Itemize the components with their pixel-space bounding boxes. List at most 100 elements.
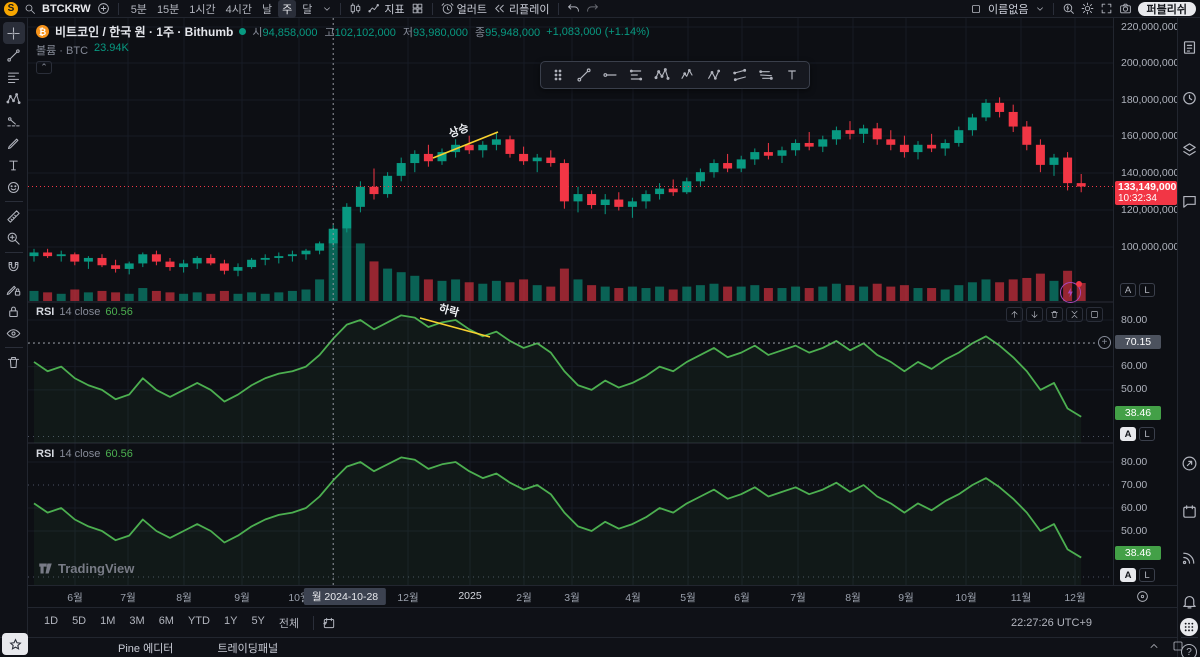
log-scale-button[interactable]: L	[1139, 283, 1155, 297]
go-to-date-icon[interactable]	[322, 616, 336, 630]
xabcd-pattern-icon[interactable]	[3, 88, 25, 110]
magnet-icon[interactable]	[3, 256, 25, 278]
camera-icon[interactable]	[1119, 2, 1132, 15]
interval-날[interactable]: 날	[258, 0, 276, 18]
replay-button[interactable]: 리플레이	[493, 1, 550, 17]
interval-5분[interactable]: 5분	[127, 0, 151, 18]
undo-icon[interactable]	[567, 2, 580, 15]
log-scale-button[interactable]: L	[1139, 427, 1155, 441]
interval-주[interactable]: 주	[278, 0, 297, 18]
quick-search-icon[interactable]	[1062, 2, 1075, 15]
auto-scale-button[interactable]: A	[1120, 568, 1136, 582]
flat-channel-icon[interactable]	[755, 64, 777, 86]
range-1D[interactable]: 1D	[38, 613, 64, 633]
symbol-button[interactable]: BTCKRW	[42, 3, 91, 15]
alerts-icon[interactable]	[1178, 86, 1200, 108]
ideas-stream-icon[interactable]	[1178, 546, 1200, 568]
text-tool-icon[interactable]	[781, 64, 803, 86]
range-전체[interactable]: 전체	[273, 613, 305, 633]
brush-icon[interactable]	[3, 132, 25, 154]
zoom-in-icon[interactable]	[3, 227, 25, 249]
rsi1-name[interactable]: RSI	[36, 306, 54, 318]
volume-label[interactable]: 볼륨 · BTC	[36, 42, 88, 58]
auto-scale-button[interactable]: A	[1120, 283, 1136, 297]
favorites-toolbar-toggle[interactable]	[2, 633, 28, 655]
chart-pane[interactable]: 상승 하락 ₿ 비트코인 / 한국 원 · 1주 · Bithumb 시94,85…	[28, 18, 1113, 585]
chat-icon[interactable]	[1178, 190, 1200, 212]
gear-icon[interactable]	[1081, 2, 1094, 15]
hide-all-icon[interactable]	[3, 322, 25, 344]
elliott-wave-icon[interactable]	[677, 64, 699, 86]
statusbar-tab[interactable]: Pine 에디터	[118, 640, 173, 656]
range-1Y[interactable]: 1Y	[218, 613, 243, 633]
redo-icon[interactable]	[586, 2, 599, 15]
range-5Y[interactable]: 5Y	[245, 613, 270, 633]
fullscreen-icon[interactable]	[1100, 2, 1113, 15]
forecast-icon[interactable]	[3, 110, 25, 132]
indicators-button[interactable]: 지표	[368, 1, 405, 17]
remove-all-icon[interactable]	[3, 351, 25, 373]
move-pane-up-icon[interactable]	[1006, 307, 1023, 322]
chart-canvas[interactable]: 상승하락	[28, 18, 1113, 585]
legend-collapse-button[interactable]: ⌃	[36, 61, 52, 74]
range-3M[interactable]: 3M	[123, 613, 150, 633]
range-1M[interactable]: 1M	[94, 613, 121, 633]
ruler-icon[interactable]	[3, 205, 25, 227]
watchlist-icon[interactable]	[1178, 36, 1200, 58]
range-YTD[interactable]: YTD	[182, 613, 216, 633]
chevron-down-icon[interactable]	[322, 4, 332, 14]
price-axis[interactable]: 220,000,000 200,000,000 180,000,000 160,000…	[1098, 18, 1179, 585]
abc-pattern-icon[interactable]	[703, 64, 725, 86]
interval-1시간[interactable]: 1시간	[185, 0, 219, 18]
auto-scale-button[interactable]: A	[1120, 427, 1136, 441]
boost-icon[interactable]	[1060, 281, 1082, 303]
time-axis[interactable]: 6월 7월 8월 9월 10월 12월 2025 2월 3월 4월 5월 6월 7월 8월 9월 10월 11월…	[28, 585, 1177, 607]
object-tree-icon[interactable]	[1178, 138, 1200, 160]
move-pane-down-icon[interactable]	[1026, 307, 1043, 322]
parallel-channel-icon[interactable]	[729, 64, 751, 86]
calendar-icon[interactable]	[1178, 500, 1200, 522]
range-6M[interactable]: 6M	[153, 613, 180, 633]
timezone-settings-icon[interactable]	[1136, 590, 1149, 603]
trend-line-icon[interactable]	[573, 64, 595, 86]
fib-retracement-icon[interactable]	[3, 66, 25, 88]
text-icon[interactable]	[3, 154, 25, 176]
search-icon[interactable]	[24, 3, 36, 15]
hotlists-icon[interactable]	[1178, 452, 1200, 474]
save-layout-icon[interactable]	[970, 3, 982, 15]
crosshair-icon[interactable]	[2, 22, 25, 44]
maximize-panel-icon[interactable]	[1172, 640, 1184, 652]
fib-lines-icon[interactable]	[625, 64, 647, 86]
lock-all-icon[interactable]	[3, 300, 25, 322]
log-scale-button[interactable]: L	[1139, 568, 1155, 582]
symbol-title[interactable]: 비트코인 / 한국 원 · 1주 · Bithumb	[55, 23, 233, 40]
add-symbol-icon[interactable]	[97, 2, 110, 15]
interval-15분[interactable]: 15분	[153, 0, 183, 18]
chevron-up-icon[interactable]	[1148, 640, 1160, 652]
collapse-pane-icon[interactable]	[1066, 307, 1083, 322]
draw-lock-icon[interactable]	[3, 278, 25, 300]
chevron-down-icon[interactable]	[1035, 4, 1045, 14]
apps-grid-icon[interactable]	[1178, 616, 1200, 638]
candles-style-icon[interactable]	[349, 2, 362, 15]
drag-handle-icon[interactable]	[547, 64, 569, 86]
rsi2-name[interactable]: RSI	[36, 448, 54, 460]
trend-line-icon[interactable]	[3, 44, 25, 66]
publish-button[interactable]: 퍼블리쉬	[1137, 1, 1196, 16]
clock-utc[interactable]: 22:27:26 UTC+9	[1011, 617, 1092, 629]
statusbar-tab[interactable]: 트레이딩패널	[217, 640, 278, 656]
emoji-icon[interactable]	[3, 176, 25, 198]
maximize-pane-icon[interactable]	[1086, 307, 1103, 322]
interval-달[interactable]: 달	[298, 0, 316, 18]
layout-name[interactable]: 이름없음	[988, 1, 1028, 17]
xabcd-pattern-icon[interactable]	[651, 64, 673, 86]
crosshair-plus-icon[interactable]: +	[1098, 336, 1111, 349]
horizontal-ray-icon[interactable]	[599, 64, 621, 86]
interval-4시간[interactable]: 4시간	[222, 0, 256, 18]
user-avatar[interactable]: S	[4, 1, 18, 16]
layout-grid-icon[interactable]	[411, 2, 424, 15]
range-5D[interactable]: 5D	[66, 613, 92, 633]
notifications-icon[interactable]	[1178, 590, 1200, 612]
delete-pane-icon[interactable]	[1046, 307, 1063, 322]
alert-button[interactable]: 얼러트	[441, 1, 487, 17]
